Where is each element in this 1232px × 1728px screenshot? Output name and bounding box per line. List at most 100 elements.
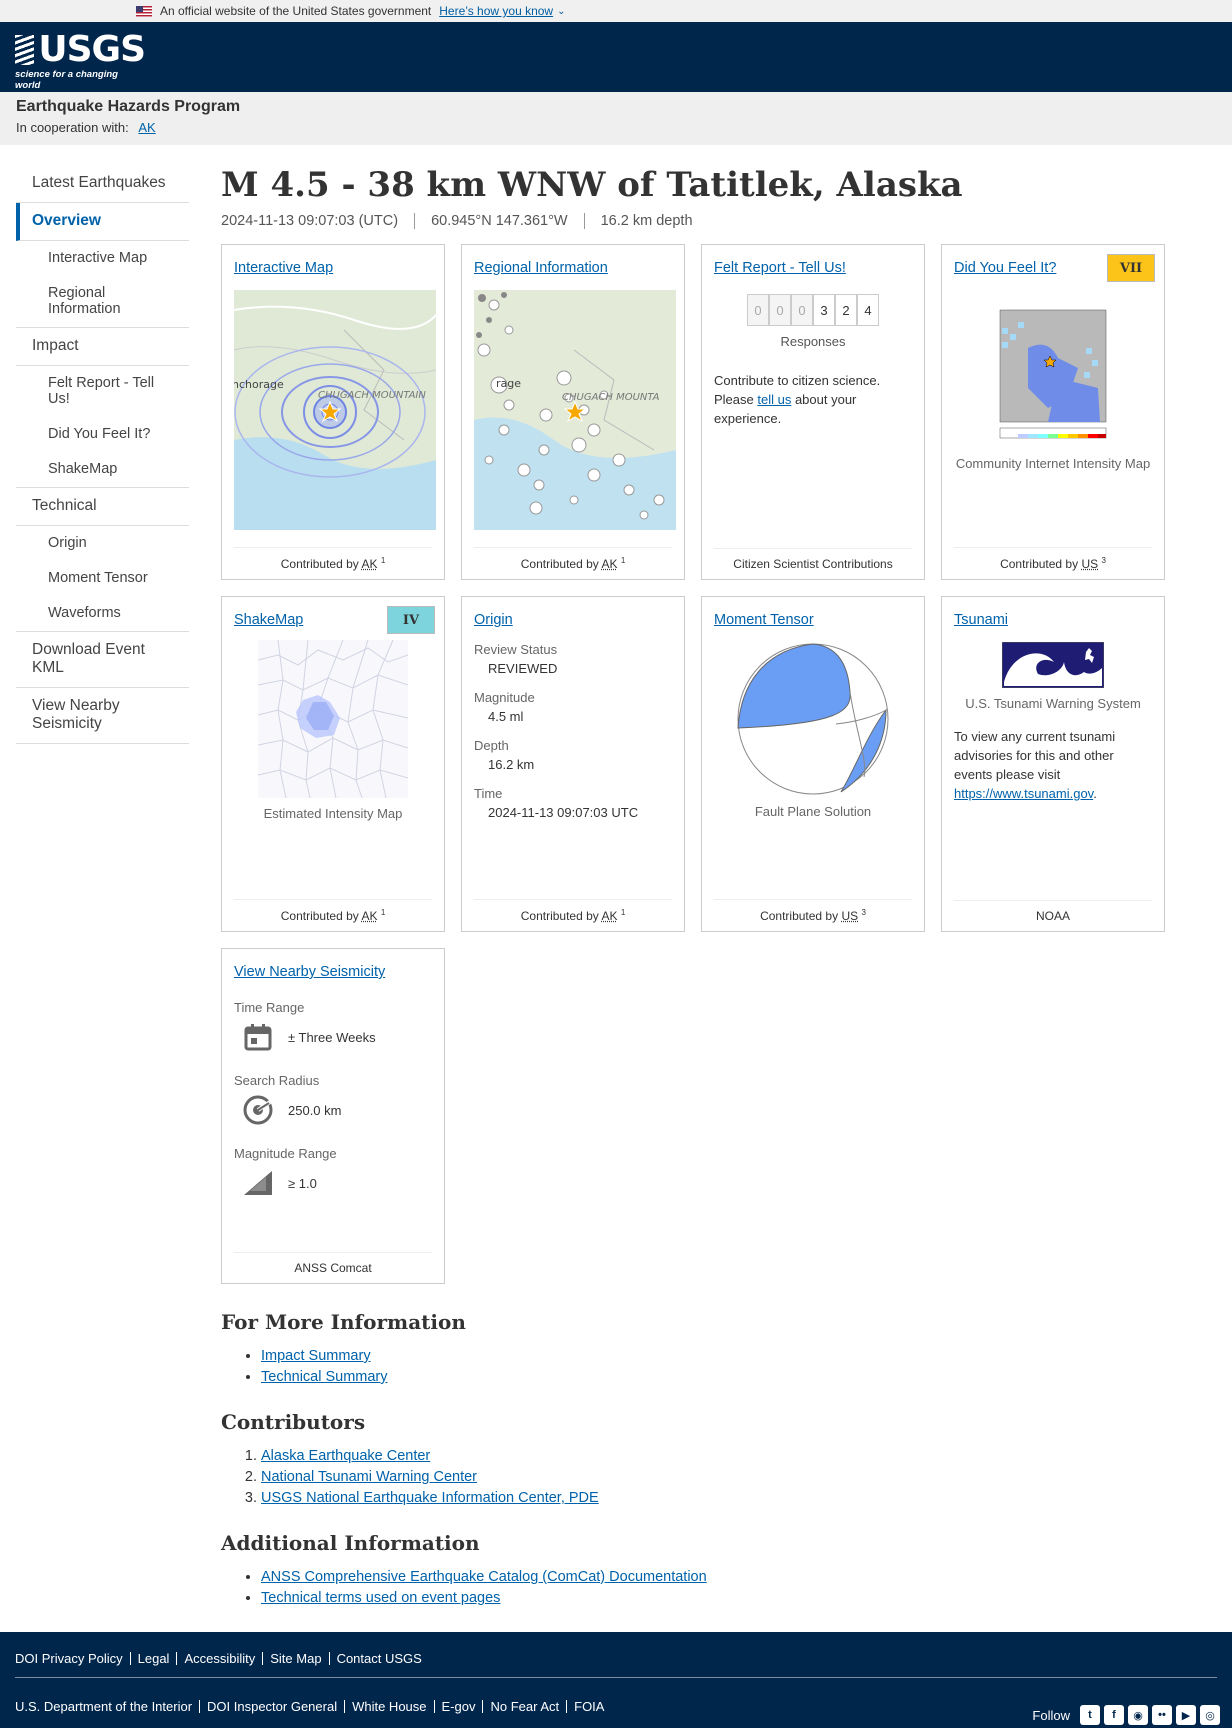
calendar-icon <box>240 1021 276 1053</box>
magnitude-ramp-icon <box>240 1167 276 1199</box>
footer-link-sitemap[interactable]: Site Map <box>262 1652 328 1665</box>
technical-terms-link[interactable]: Technical terms used on event pages <box>261 1590 500 1606</box>
ntwc-link[interactable]: National Tsunami Warning Center <box>261 1469 477 1485</box>
card-felt-report[interactable]: Felt Report - Tell Us! 0 0 0 3 2 4 Respo… <box>701 244 925 580</box>
nearby-seismicity-link[interactable]: View Nearby Seismicity <box>234 964 432 980</box>
alaska-eq-center-link[interactable]: Alaska Earthquake Center <box>261 1448 430 1464</box>
footer-link-inspector[interactable]: DOI Inspector General <box>199 1700 344 1713</box>
time-range-row: ± Three Weeks <box>234 1021 432 1053</box>
chevron-down-icon[interactable]: ⌄ <box>557 6 565 17</box>
comcat-docs-link[interactable]: ANSS Comprehensive Earthquake Catalog (C… <box>261 1569 707 1585</box>
shakemap-caption: Estimated Intensity Map <box>263 806 403 821</box>
moment-tensor-link[interactable]: Moment Tensor <box>714 612 912 628</box>
footer-link-privacy[interactable]: DOI Privacy Policy <box>15 1652 130 1665</box>
instagram-icon[interactable]: ◎ <box>1200 1705 1220 1725</box>
origin-link[interactable]: Origin <box>474 612 672 628</box>
footer-link-nofear[interactable]: No Fear Act <box>482 1700 566 1713</box>
flickr-icon[interactable]: •• <box>1152 1705 1172 1725</box>
card-tsunami[interactable]: Tsunami U.S. Tsunami Warning System To v… <box>941 596 1165 932</box>
coop-link-ak[interactable]: AK <box>138 120 155 135</box>
masthead: USGS science for a changing world <box>0 22 1232 92</box>
main-content: M 4.5 - 38 km WNW of Tatitlek, Alaska 20… <box>221 165 1171 1609</box>
interactive-map-link[interactable]: Interactive Map <box>234 260 432 276</box>
contributors-title: Contributors <box>221 1410 366 1434</box>
regional-information-link[interactable]: Regional Information <box>474 260 672 276</box>
card-interactive-map[interactable]: Interactive Map nchorage CHUGACH MOUNTAI… <box>221 244 445 580</box>
usgs-logo[interactable]: USGS science for a changing world <box>15 29 146 91</box>
card-shakemap[interactable]: ShakeMap IV Estimated Intensity Map Cont… <box>221 596 445 932</box>
footer-link-whitehouse[interactable]: White House <box>344 1700 433 1713</box>
nav-waveforms[interactable]: Waveforms <box>16 596 189 632</box>
impact-summary-link[interactable]: Impact Summary <box>261 1348 371 1364</box>
dyfi-map-image[interactable] <box>954 288 1152 448</box>
twitter-icon[interactable]: t <box>1080 1705 1100 1725</box>
logo-tagline: science for a changing world <box>15 69 118 91</box>
interactive-map-image[interactable]: nchorage CHUGACH MOUNTAIN <box>234 290 436 530</box>
nav-shakemap[interactable]: ShakeMap <box>16 452 189 488</box>
nav-regional-information[interactable]: Regional Information <box>16 276 189 328</box>
list-item: USGS National Earthquake Information Cen… <box>261 1488 1171 1509</box>
site-footer: DOI Privacy Policy Legal Accessibility S… <box>0 1632 1232 1728</box>
footer-link-legal[interactable]: Legal <box>129 1652 177 1665</box>
footer-link-accessibility[interactable]: Accessibility <box>176 1652 262 1665</box>
contrib-source: AK <box>601 909 618 923</box>
card-nearby-seismicity[interactable]: View Nearby Seismicity Time Range ± Thre… <box>221 948 445 1284</box>
review-status-label: Review Status <box>474 642 558 657</box>
logo-text: USGS <box>38 29 146 70</box>
youtube-icon[interactable]: ▶ <box>1176 1705 1196 1725</box>
additional-info-title: Additional Information <box>221 1531 480 1555</box>
moment-footer: Contributed by US 3 <box>714 899 912 923</box>
card-dyfi[interactable]: Did You Feel It? VII Community Internet <box>941 244 1165 580</box>
tsunami-footer: NOAA <box>954 900 1152 923</box>
event-location: 60.945°N 147.361°W <box>414 213 584 229</box>
event-depth: 16.2 km depth <box>583 213 709 229</box>
nav-impact[interactable]: Impact <box>16 328 189 366</box>
card-origin[interactable]: Origin Review Status REVIEWED Magnitude … <box>461 596 685 932</box>
tell-us-link[interactable]: tell us <box>757 392 791 407</box>
tsunami-wave-icon[interactable] <box>954 642 1152 688</box>
card-regional-information[interactable]: Regional Information rage CHUGACH MOUNTA… <box>461 244 685 580</box>
nav-interactive-map[interactable]: Interactive Map <box>16 241 189 276</box>
search-radius-label: Search Radius <box>234 1073 320 1088</box>
heres-how-link[interactable]: Here’s how you know <box>439 4 553 18</box>
gov-banner-text: An official website of the United States… <box>160 4 432 18</box>
nav-nearby-seismicity[interactable]: View Nearby Seismicity <box>16 688 189 744</box>
seismicity-footer: ANSS Comcat <box>234 1252 432 1275</box>
magnitude-range-label: Magnitude Range <box>234 1146 337 1161</box>
list-item: Alaska Earthquake Center <box>261 1446 1171 1467</box>
tsunami-caption: U.S. Tsunami Warning System <box>965 696 1141 711</box>
github-icon[interactable]: ◉ <box>1128 1705 1148 1725</box>
felt-report-link[interactable]: Felt Report - Tell Us! <box>714 260 912 276</box>
card-moment-tensor[interactable]: Moment Tensor Fault Plane Solution Contr… <box>701 596 925 932</box>
nav-dyfi[interactable]: Did You Feel It? <box>16 417 189 452</box>
footer-link-foia[interactable]: FOIA <box>566 1700 611 1713</box>
time-value: 2024-11-13 09:07:03 UTC <box>488 805 639 820</box>
regional-map-image[interactable]: rage CHUGACH MOUNTA <box>474 290 676 530</box>
time-label: Time <box>474 786 503 801</box>
shakemap-image[interactable] <box>234 640 432 798</box>
beachball-icon[interactable] <box>714 642 912 796</box>
facebook-icon[interactable]: f <box>1104 1705 1124 1725</box>
time-range-value: ± Three Weeks <box>288 1029 376 1045</box>
usgs-waves-icon <box>15 35 35 65</box>
search-radius-row: 250.0 km <box>234 1094 432 1126</box>
nav-technical[interactable]: Technical <box>16 488 189 526</box>
follow-label: Follow <box>1032 1707 1070 1723</box>
technical-summary-link[interactable]: Technical Summary <box>261 1369 388 1385</box>
footer-link-contact[interactable]: Contact USGS <box>328 1652 429 1665</box>
nav-origin[interactable]: Origin <box>16 526 189 561</box>
footer-link-doi[interactable]: U.S. Department of the Interior <box>15 1700 199 1713</box>
nav-felt-report[interactable]: Felt Report - Tell Us! <box>16 366 189 417</box>
list-item: ANSS Comprehensive Earthquake Catalog (C… <box>261 1567 1171 1588</box>
tsunami-link[interactable]: Tsunami <box>954 612 1152 628</box>
footer-link-egov[interactable]: E-gov <box>433 1700 483 1713</box>
magnitude-range-row: ≥ 1.0 <box>234 1167 432 1199</box>
nav-latest-earthquakes[interactable]: Latest Earthquakes <box>16 165 189 203</box>
nav-overview[interactable]: Overview <box>16 203 189 241</box>
tsunami-gov-link[interactable]: https://www.tsunami.gov <box>954 786 1093 801</box>
neic-link[interactable]: USGS National Earthquake Information Cen… <box>261 1490 599 1506</box>
nav-download-kml[interactable]: Download Event KML <box>16 632 189 688</box>
nav-moment-tensor[interactable]: Moment Tensor <box>16 561 189 596</box>
gov-banner: An official website of the United States… <box>0 0 1232 22</box>
side-nav: Latest Earthquakes Overview Interactive … <box>16 165 189 744</box>
